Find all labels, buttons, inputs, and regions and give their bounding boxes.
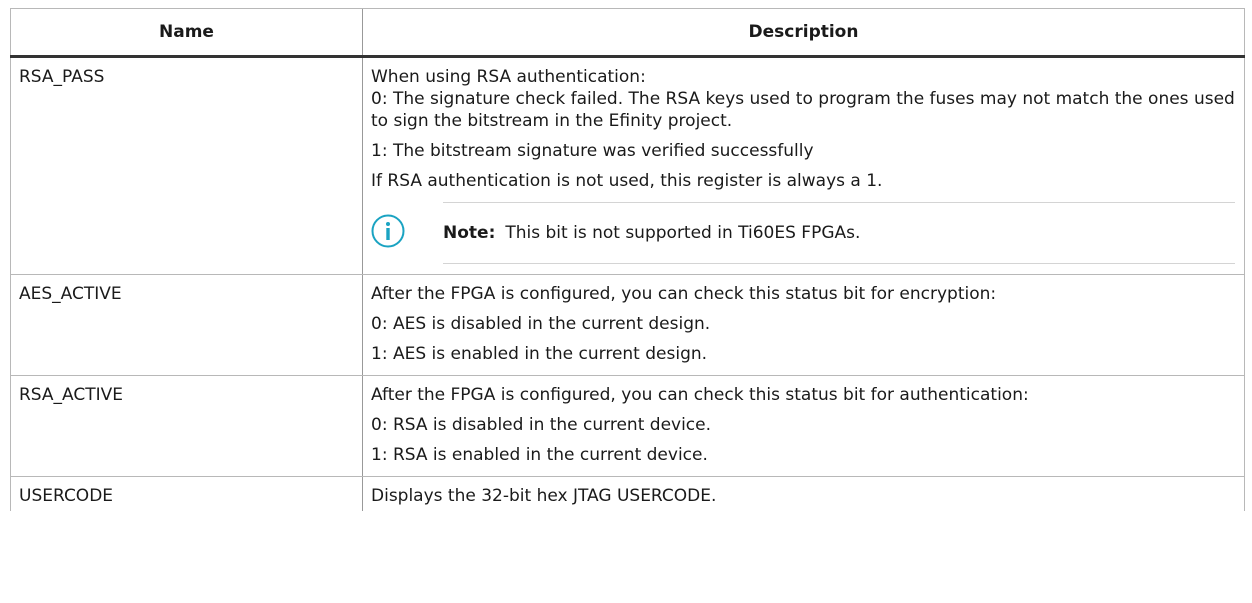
table-row: RSA_ACTIVE After the FPGA is configured,… bbox=[10, 375, 1245, 477]
description-paragraph: Displays the 32-bit hex JTAG USERCODE. bbox=[371, 486, 717, 506]
register-description: After the FPGA is configured, you can ch… bbox=[362, 375, 1245, 477]
description-paragraph: If RSA authentication is not used, this … bbox=[371, 171, 883, 191]
table-row: AES_ACTIVE After the FPGA is configured,… bbox=[10, 274, 1245, 376]
register-name: USERCODE bbox=[10, 476, 363, 511]
register-table: Name Description RSA_PASS When using RSA… bbox=[10, 8, 1245, 511]
column-header-name: Name bbox=[10, 8, 363, 58]
description-paragraph: After the FPGA is configured, you can ch… bbox=[371, 284, 997, 304]
info-circle-icon bbox=[371, 214, 405, 248]
register-description: After the FPGA is configured, you can ch… bbox=[362, 274, 1245, 376]
note-callout: Note: This bit is not supported in Ti60E… bbox=[371, 202, 1235, 264]
description-paragraph: When using RSA authentication: 0: The si… bbox=[371, 67, 1235, 131]
register-description: When using RSA authentication: 0: The si… bbox=[362, 56, 1245, 275]
note-body: Note: This bit is not supported in Ti60E… bbox=[443, 202, 1235, 264]
register-name: RSA_PASS bbox=[10, 56, 363, 275]
description-paragraph: 1: The bitstream signature was verified … bbox=[371, 141, 814, 161]
column-header-description: Description bbox=[362, 8, 1245, 58]
note-text: This bit is not supported in Ti60ES FPGA… bbox=[505, 223, 861, 243]
description-paragraph: 0: RSA is disabled in the current device… bbox=[371, 415, 712, 435]
description-paragraph: 1: RSA is enabled in the current device. bbox=[371, 445, 708, 465]
register-description: Displays the 32-bit hex JTAG USERCODE. bbox=[362, 476, 1245, 511]
table-row: RSA_PASS When using RSA authentication: … bbox=[10, 56, 1245, 275]
table-row: USERCODE Displays the 32-bit hex JTAG US… bbox=[10, 476, 1245, 511]
description-paragraph: After the FPGA is configured, you can ch… bbox=[371, 385, 1029, 405]
register-name: RSA_ACTIVE bbox=[10, 375, 363, 477]
note-label: Note: bbox=[443, 223, 496, 243]
register-name: AES_ACTIVE bbox=[10, 274, 363, 376]
description-paragraph: 1: AES is enabled in the current design. bbox=[371, 344, 708, 364]
description-paragraph: 0: AES is disabled in the current design… bbox=[371, 314, 711, 334]
table-header-row: Name Description bbox=[10, 8, 1245, 58]
